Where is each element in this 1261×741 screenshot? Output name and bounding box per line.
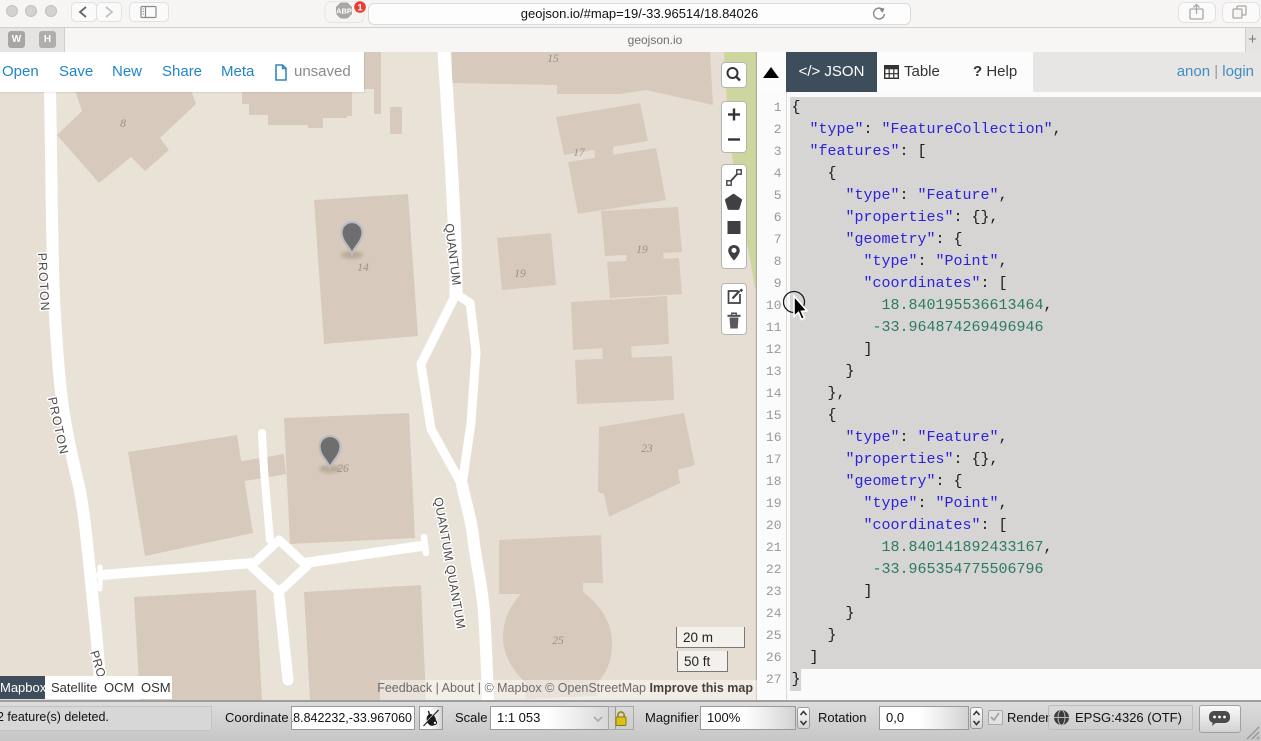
svg-text:15: 15 (547, 53, 559, 65)
svg-text:ABP: ABP (336, 6, 352, 15)
svg-text:8: 8 (120, 118, 126, 130)
svg-text:14: 14 (357, 262, 369, 274)
svg-text:19: 19 (636, 244, 648, 256)
svg-text:26: 26 (337, 463, 349, 475)
svg-text:19: 19 (514, 268, 526, 280)
svg-text:25: 25 (552, 635, 564, 647)
svg-text:1: 1 (357, 2, 363, 13)
svg-text:17: 17 (573, 147, 586, 159)
svg-text:23: 23 (641, 443, 653, 455)
